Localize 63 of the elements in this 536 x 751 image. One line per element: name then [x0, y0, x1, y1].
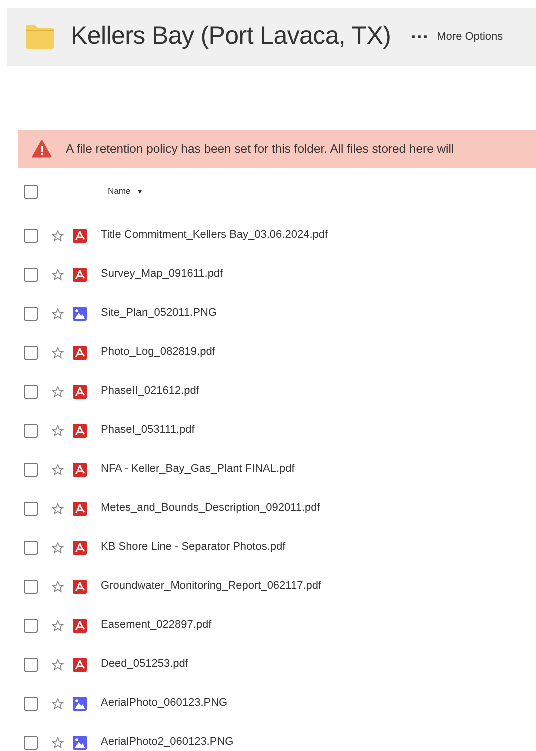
star-icon[interactable] [52, 230, 64, 242]
more-options-link[interactable]: More Options [437, 28, 504, 46]
star-icon[interactable] [52, 502, 64, 514]
star-icon[interactable] [52, 620, 64, 632]
checkbox[interactable] [24, 696, 38, 710]
star-icon[interactable] [52, 424, 64, 436]
folder-icon [25, 23, 55, 51]
file-name-link[interactable]: AerialPhoto2_060123.PNG [101, 734, 234, 751]
star-icon[interactable] [52, 346, 64, 358]
file-name-link[interactable]: Survey_Map_091611.pdf [101, 266, 224, 283]
pdf-file-icon [73, 580, 87, 594]
file-name-link[interactable]: AerialPhoto_060123.PNG [101, 695, 228, 712]
image-file-icon [73, 306, 87, 320]
star-icon[interactable] [52, 268, 64, 280]
folder-title: Kellers Bay (Port Lavaca, TX) [71, 21, 392, 52]
checkbox[interactable] [24, 424, 38, 438]
star-icon[interactable] [52, 308, 64, 320]
checkbox[interactable] [24, 580, 38, 594]
checkbox[interactable] [24, 268, 38, 282]
image-file-icon [73, 696, 87, 710]
pdf-file-icon [73, 384, 87, 398]
star-icon[interactable] [52, 464, 64, 476]
pdf-file-icon [73, 268, 87, 282]
pdf-file-icon [73, 228, 87, 242]
file-name-link[interactable]: PhaseI_053111.pdf [101, 422, 195, 439]
star-icon[interactable] [52, 580, 64, 592]
star-icon[interactable] [52, 386, 64, 398]
file-name-link[interactable]: Deed_051253.pdf [101, 656, 188, 673]
pdf-file-icon [73, 540, 87, 554]
file-name-link[interactable]: Metes_and_Bounds_Description_092011.pdf [101, 500, 320, 517]
checkbox[interactable] [24, 185, 38, 199]
pdf-file-icon [73, 502, 87, 516]
checkbox[interactable] [24, 306, 38, 320]
checkbox[interactable] [24, 540, 38, 554]
pdf-file-icon [73, 346, 87, 360]
file-name-link[interactable]: PhaseII_021612.pdf [101, 383, 200, 400]
file-name-link[interactable]: Groundwater_Monitoring_Report_062117.pdf [101, 578, 322, 595]
checkbox[interactable] [24, 658, 38, 672]
file-name-link[interactable]: Photo_Log_082819.pdf [101, 344, 216, 361]
file-name-link[interactable]: Easement_022897.pdf [101, 617, 212, 634]
warning-icon [32, 140, 52, 158]
file-name-link[interactable]: Title Commitment_Kellers Bay_03.06.2024.pdf [101, 227, 328, 244]
star-icon[interactable] [52, 698, 64, 710]
pdf-file-icon [73, 658, 87, 672]
checkbox[interactable] [24, 384, 38, 398]
checkbox[interactable] [24, 346, 38, 360]
checkbox[interactable] [24, 502, 38, 516]
file-name-link[interactable]: NFA - Keller_Bay_Gas_Plant FINAL.pdf [101, 461, 295, 478]
checkbox[interactable] [24, 736, 38, 750]
banner-message: A file retention policy has been set for this folder. All files stored here will [66, 140, 454, 158]
pdf-file-icon [73, 462, 87, 476]
file-name-link[interactable]: KB Shore Line - Separator Photos.pdf [101, 539, 286, 556]
image-file-icon [73, 736, 87, 750]
checkbox[interactable] [24, 462, 38, 476]
star-icon[interactable] [52, 736, 64, 748]
checkbox[interactable] [24, 618, 38, 632]
pdf-file-icon [73, 618, 87, 632]
star-icon[interactable] [52, 658, 64, 670]
checkbox[interactable] [24, 228, 38, 242]
star-icon[interactable] [52, 542, 64, 554]
more-options-icon[interactable]: ··· [411, 24, 430, 50]
file-name-link[interactable]: Site_Plan_052011.PNG [101, 305, 217, 322]
pdf-file-icon [73, 424, 87, 438]
